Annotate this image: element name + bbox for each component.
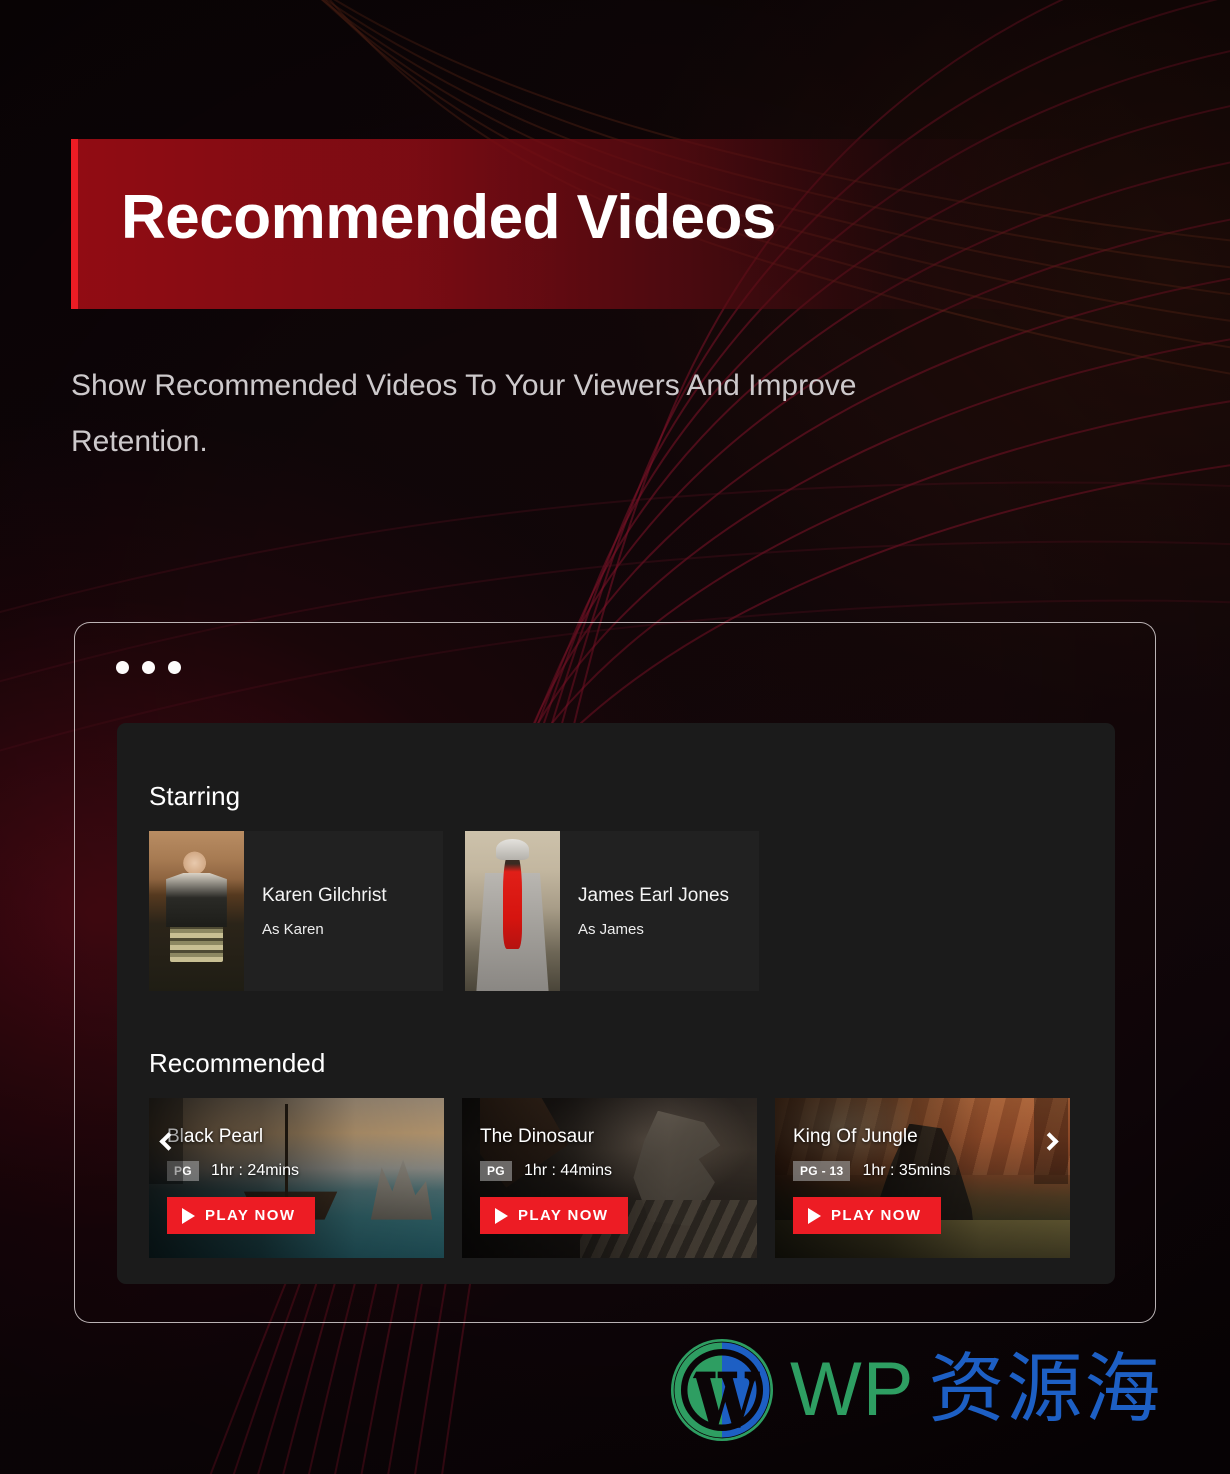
carousel-next-button[interactable] [1034,1098,1068,1184]
rating-badge: PG - 13 [793,1161,851,1181]
cast-card[interactable]: Karen Gilchrist As Karen [149,831,443,991]
cast-avatar [149,831,244,991]
watermark-logo: WP 资源海 [668,1336,1162,1444]
window-dot-minimize-icon[interactable] [142,661,155,674]
video-card[interactable]: The Dinosaur PG 1hr : 44mins PLAY NOW [462,1098,757,1258]
video-card-body: King Of Jungle PG - 13 1hr : 35mins PLAY… [793,1126,1060,1234]
recommended-carousel: Black Pearl PG 1hr : 24mins PLAY NOW The… [149,1098,1070,1258]
play-now-button[interactable]: PLAY NOW [167,1197,316,1234]
cast-role: As Karen [262,920,324,938]
video-card[interactable]: King Of Jungle PG - 13 1hr : 35mins PLAY… [775,1098,1070,1258]
cast-avatar-detail [496,839,529,860]
recommended-heading: Recommended [149,1048,326,1078]
chevron-left-icon [158,1131,178,1151]
play-now-button[interactable]: PLAY NOW [480,1197,629,1234]
cast-meta: Karen Gilchrist As Karen [244,885,387,938]
play-now-label: PLAY NOW [205,1207,296,1224]
cast-avatar [465,831,560,991]
play-now-button[interactable]: PLAY NOW [793,1197,942,1234]
play-now-label: PLAY NOW [518,1207,609,1224]
window-dot-maximize-icon[interactable] [168,661,181,674]
video-player-panel: Starring Karen Gilchrist As Karen James … [117,723,1115,1284]
cast-name: James Earl Jones [578,884,730,906]
cast-name: Karen Gilchrist [262,884,387,906]
browser-window-mock: Starring Karen Gilchrist As Karen James … [74,622,1156,1323]
watermark-brand-cn: 资源海 [928,1347,1163,1432]
video-duration: 1hr : 44mins [523,1162,612,1179]
video-title: The Dinosaur [480,1126,595,1147]
play-now-label: PLAY NOW [831,1207,922,1224]
cast-role: As James [578,920,644,938]
play-icon [182,1207,195,1224]
window-controls [116,661,181,674]
page-title: Recommended Videos [121,183,776,252]
video-card-body: The Dinosaur PG 1hr : 44mins PLAY NOW [480,1126,747,1234]
page-root: Recommended Videos Show Recommended Vide… [0,0,1230,1474]
watermark-brand: WP [790,1347,915,1432]
video-meta: PG - 13 1hr : 35mins [793,1161,1060,1181]
page-subtitle: Show Recommended Videos To Your Viewers … [71,369,857,458]
rating-badge: PG [480,1161,512,1181]
hero-accent-bar [71,139,78,309]
video-meta: PG 1hr : 44mins [480,1161,747,1181]
video-card-body: Black Pearl PG 1hr : 24mins PLAY NOW [167,1126,434,1234]
window-dot-close-icon[interactable] [116,661,129,674]
starring-list: Karen Gilchrist As Karen James Earl Jone… [149,831,759,991]
video-title: Black Pearl [167,1126,264,1147]
video-meta: PG 1hr : 24mins [167,1161,434,1181]
cast-card[interactable]: James Earl Jones As James [465,831,759,991]
video-duration: 1hr : 35mins [862,1162,951,1179]
chevron-right-icon [1039,1131,1059,1151]
play-icon [495,1207,508,1224]
cast-meta: James Earl Jones As James [560,885,729,938]
play-icon [808,1207,821,1224]
video-card[interactable]: Black Pearl PG 1hr : 24mins PLAY NOW [149,1098,444,1258]
wordpress-icon [670,1338,774,1442]
starring-heading: Starring [149,781,241,811]
video-title: King Of Jungle [793,1126,918,1147]
carousel-prev-button[interactable] [149,1098,183,1184]
video-duration: 1hr : 24mins [210,1162,299,1179]
